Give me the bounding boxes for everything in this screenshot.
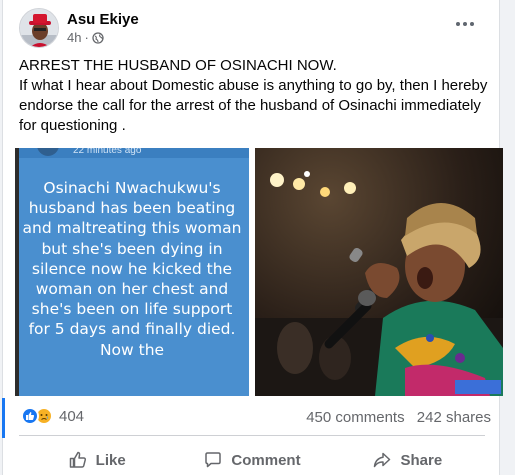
- post-media[interactable]: 22 minutes ago Osinachi Nwachukwu's husb…: [15, 148, 503, 396]
- more-dot: [470, 22, 474, 26]
- avatar-image: [20, 9, 58, 47]
- thumbs-up-glyph: [26, 412, 35, 420]
- comment-icon: [205, 452, 222, 468]
- post-card: Asu Ekiye 4h · ARREST THE HUSBAND OF OSI…: [2, 0, 503, 475]
- reaction-count: 404: [59, 407, 85, 425]
- screenshot-timestamp: 22 minutes ago: [73, 148, 142, 156]
- post-stats: 404 450 comments 242 shares: [21, 404, 491, 430]
- post-text: ARREST THE HUSBAND OF OSINACHI NOW. If w…: [19, 56, 489, 136]
- post-actions: Like Comment Share: [19, 442, 485, 475]
- author-avatar[interactable]: [19, 8, 59, 48]
- media-image-text-screenshot[interactable]: 22 minutes ago Osinachi Nwachukwu's husb…: [15, 148, 249, 396]
- like-icon: [69, 451, 86, 468]
- thumbs-up-reaction-icon: [21, 407, 39, 425]
- comments-count-link[interactable]: 450 comments: [306, 409, 404, 426]
- post-header: Asu Ekiye 4h ·: [3, 8, 499, 50]
- media-image-singer-photo[interactable]: [255, 148, 503, 396]
- share-icon: [374, 452, 391, 468]
- sad-face-glyph: [40, 414, 49, 420]
- comment-label: Comment: [231, 451, 301, 469]
- screenshot-caption: Osinachi Nwachukwu's husband has been be…: [22, 179, 242, 359]
- post-text-headline: ARREST THE HUSBAND OF OSINACHI NOW.: [19, 57, 337, 74]
- author-name[interactable]: Asu Ekiye: [67, 11, 139, 28]
- globe-icon[interactable]: [92, 31, 104, 44]
- more-dot: [456, 22, 460, 26]
- post-meta: 4h ·: [67, 30, 104, 45]
- like-label: Like: [95, 451, 126, 469]
- reaction-summary[interactable]: 404: [21, 407, 84, 425]
- post-text-body: If what I hear about Domestic abuse is a…: [19, 77, 488, 134]
- share-label: Share: [400, 451, 443, 469]
- screenshot-edge: [15, 148, 19, 396]
- like-button[interactable]: Like: [19, 442, 174, 475]
- share-button[interactable]: Share: [330, 442, 485, 475]
- engagement-counts: 450 comments 242 shares: [298, 409, 491, 426]
- more-horizontal-icon[interactable]: [453, 14, 477, 34]
- singer-photo: [255, 148, 503, 396]
- comment-button[interactable]: Comment: [174, 442, 329, 475]
- more-dot: [463, 22, 467, 26]
- focus-indicator: [2, 398, 5, 438]
- shares-count-link[interactable]: 242 shares: [417, 409, 491, 426]
- actions-divider: [19, 435, 485, 436]
- meta-separator: ·: [84, 30, 89, 45]
- post-timestamp[interactable]: 4h: [67, 30, 81, 45]
